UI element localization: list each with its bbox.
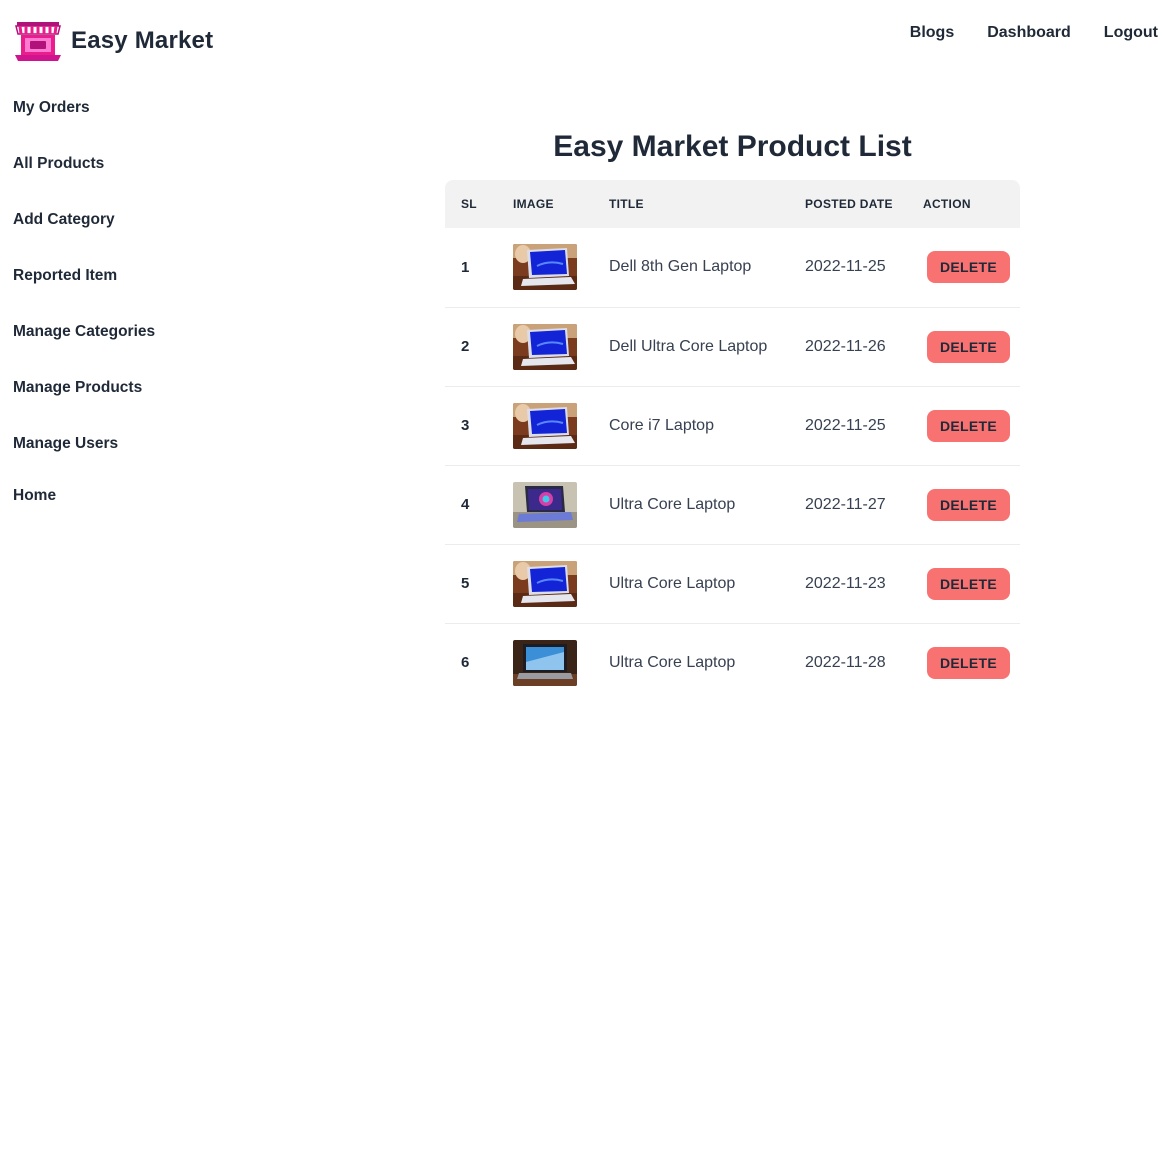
row-image-cell (513, 623, 609, 702)
brand-name: Easy Market (71, 27, 214, 54)
sidebar: My Orders All Products Add Category Repo… (13, 96, 213, 540)
row-action-cell: DELETE (923, 228, 1020, 307)
row-sl: 4 (461, 496, 470, 513)
row-title: Dell 8th Gen Laptop (609, 258, 752, 276)
product-table-wrapper: SL IMAGE TITLE POSTED DATE ACTION 1 Dell… (445, 180, 1020, 702)
row-sl: 5 (461, 575, 470, 592)
table-row: 5 Ultra Core Laptop 2022-11-23 DELETE (445, 544, 1020, 623)
delete-button[interactable]: DELETE (927, 330, 1011, 363)
sidebar-item-manage-categories[interactable]: Manage Categories (13, 320, 213, 376)
table-header-row: SL IMAGE TITLE POSTED DATE ACTION (445, 180, 1020, 228)
row-title: Dell Ultra Core Laptop (609, 337, 768, 355)
row-posted-date: 2022-11-25 (805, 258, 886, 276)
column-header-image: IMAGE (513, 197, 554, 211)
row-posted-date: 2022-11-27 (805, 495, 886, 513)
row-image-cell (513, 544, 609, 623)
row-image-cell (513, 386, 609, 465)
sidebar-item-all-products[interactable]: All Products (13, 152, 213, 208)
product-table: SL IMAGE TITLE POSTED DATE ACTION 1 Dell… (445, 180, 1020, 702)
row-title: Core i7 Laptop (609, 416, 714, 434)
delete-button[interactable]: DELETE (927, 251, 1011, 284)
row-title: Ultra Core Laptop (609, 495, 736, 513)
table-row: 3 Core i7 Laptop 2022-11-25 DELETE (445, 386, 1020, 465)
row-image-cell (513, 465, 609, 544)
sidebar-item-reported-item[interactable]: Reported Item (13, 264, 213, 320)
sidebar-item-my-orders[interactable]: My Orders (13, 96, 213, 152)
row-action-cell: DELETE (923, 307, 1020, 386)
row-image-cell (513, 307, 609, 386)
top-nav: Blogs Dashboard Logout (910, 22, 1158, 44)
row-posted-date: 2022-11-28 (805, 653, 886, 671)
row-sl: 2 (461, 338, 470, 355)
table-row: 1 Dell 8th Gen Laptop 2022-11-25 DELETE (445, 228, 1020, 307)
product-thumbnail-image (513, 402, 577, 449)
row-action-cell: DELETE (923, 386, 1020, 465)
table-row: 2 Dell Ultra Core Laptop 2022-11-26 DELE… (445, 307, 1020, 386)
row-sl: 3 (461, 417, 470, 434)
nav-dashboard-link[interactable]: Dashboard (954, 22, 1071, 44)
sidebar-item-add-category[interactable]: Add Category (13, 208, 213, 264)
row-title: Ultra Core Laptop (609, 574, 736, 592)
row-posted-date: 2022-11-25 (805, 416, 886, 434)
delete-button[interactable]: DELETE (927, 409, 1011, 442)
column-header-sl: SL (461, 197, 477, 211)
product-thumbnail-image (513, 560, 577, 607)
row-sl: 1 (461, 258, 470, 276)
sidebar-item-manage-products[interactable]: Manage Products (13, 376, 213, 432)
product-thumbnail-image (513, 323, 577, 370)
row-sl: 6 (461, 654, 470, 672)
product-thumbnail-image (513, 639, 577, 686)
column-header-action: ACTION (923, 197, 971, 211)
sidebar-item-home[interactable]: Home (13, 484, 213, 540)
row-action-cell: DELETE (923, 623, 1020, 702)
nav-logout-link[interactable]: Logout (1071, 22, 1158, 44)
table-row: 4 Ultra Core Laptop 2022-11-27 DELETE (445, 465, 1020, 544)
row-image-cell (513, 228, 609, 307)
delete-button[interactable]: DELETE (927, 646, 1011, 679)
sidebar-item-manage-users[interactable]: Manage Users (13, 432, 213, 488)
row-posted-date: 2022-11-23 (805, 574, 886, 592)
row-action-cell: DELETE (923, 465, 1020, 544)
column-header-title: TITLE (609, 197, 644, 211)
product-thumbnail-image (513, 481, 577, 528)
delete-button[interactable]: DELETE (927, 488, 1011, 521)
table-row: 6 Ultra Core Laptop 2022-11-28 DELETE (445, 623, 1020, 702)
brand[interactable]: Easy Market (13, 20, 213, 62)
row-title: Ultra Core Laptop (609, 653, 736, 671)
storefront-logo-icon (15, 22, 61, 61)
row-action-cell: DELETE (923, 544, 1020, 623)
product-thumbnail-image (513, 244, 577, 291)
page-title: Easy Market Product List (553, 130, 912, 163)
nav-blogs-link[interactable]: Blogs (910, 22, 954, 44)
column-header-posted-date: POSTED DATE (805, 197, 893, 211)
delete-button[interactable]: DELETE (927, 567, 1011, 600)
row-posted-date: 2022-11-26 (805, 337, 886, 355)
